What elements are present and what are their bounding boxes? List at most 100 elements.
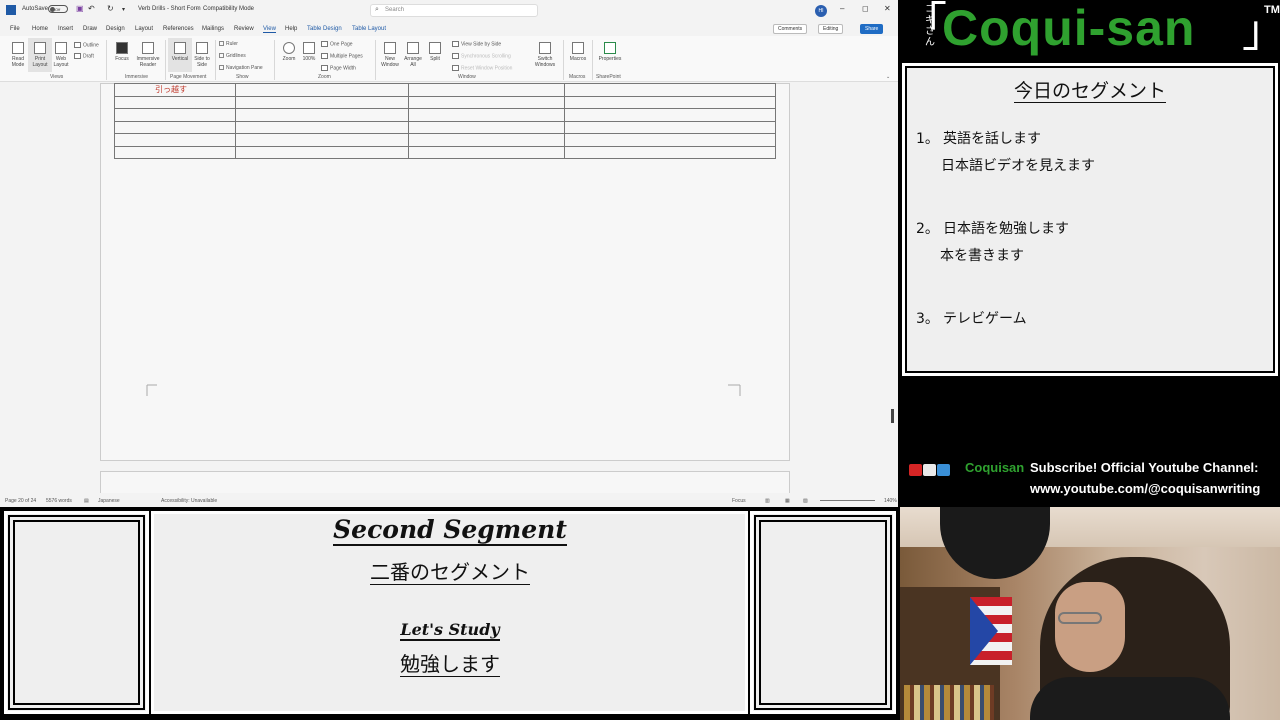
tab-view[interactable]: View xyxy=(263,26,276,33)
immersive-reader-button[interactable]: Immersive Reader xyxy=(134,38,162,68)
focus-mode-button[interactable]: Focus xyxy=(732,498,746,504)
table-cell[interactable] xyxy=(114,108,236,122)
minimize-icon[interactable]: – xyxy=(840,4,844,13)
customize-icon[interactable]: ▾ xyxy=(122,6,125,13)
zoom-slider[interactable] xyxy=(820,500,875,501)
page-count[interactable]: Page 20 of 24 xyxy=(5,498,36,504)
segment-title-text: 今日のセグメント xyxy=(1013,80,1166,103)
new-window-button[interactable]: New Window xyxy=(378,38,402,68)
proofing-icon[interactable]: ▤ xyxy=(84,498,89,504)
search-input[interactable]: ⌕ Search xyxy=(370,4,538,17)
ruler-check-icon xyxy=(219,41,224,47)
zoom-level[interactable]: 140% xyxy=(884,498,897,504)
properties-icon xyxy=(604,42,616,54)
share-button[interactable]: Share xyxy=(860,24,884,34)
read-mode-button[interactable]: Read Mode xyxy=(6,38,30,68)
table-cell[interactable] xyxy=(564,133,776,147)
properties-button[interactable]: Properties xyxy=(596,38,624,62)
tab-mailings[interactable]: Mailings xyxy=(202,26,224,32)
table-cell[interactable]: 引っ越す xyxy=(114,83,236,97)
tab-draw[interactable]: Draw xyxy=(83,26,97,32)
draft-button[interactable]: Draft xyxy=(74,53,94,59)
table-cell[interactable] xyxy=(564,145,776,159)
comments-button[interactable]: Comments xyxy=(773,24,808,34)
tab-table-layout[interactable]: Table Layout xyxy=(352,26,386,32)
undo-icon[interactable]: ↶ xyxy=(88,4,95,13)
table-cell[interactable] xyxy=(114,95,236,109)
word-count[interactable]: 5576 words xyxy=(46,498,72,504)
table-cell[interactable] xyxy=(234,145,409,159)
editing-button[interactable]: Editing xyxy=(818,24,844,34)
one-page-button[interactable]: One Page xyxy=(321,41,353,47)
switch-windows-button[interactable]: Switch Windows xyxy=(530,38,560,68)
table-cell[interactable] xyxy=(407,95,566,109)
split-icon xyxy=(429,42,441,54)
table-cell[interactable] xyxy=(114,145,236,159)
page-corner-mark xyxy=(728,384,741,396)
ruler-label: Ruler xyxy=(226,41,238,47)
table-cell[interactable] xyxy=(407,83,566,97)
vertical-button[interactable]: Vertical xyxy=(168,38,192,72)
language[interactable]: Japanese xyxy=(98,498,120,504)
table-cell[interactable] xyxy=(234,120,409,134)
vertical-scrollbar[interactable] xyxy=(891,83,896,493)
outline-button[interactable]: Outline xyxy=(74,42,99,48)
table-cell[interactable] xyxy=(407,120,566,134)
synchronous-scrolling-icon xyxy=(452,53,459,59)
redo-icon[interactable]: ↻ xyxy=(107,4,114,13)
table-cell[interactable] xyxy=(564,120,776,134)
accessibility-status[interactable]: Accessibility: Unavailable xyxy=(161,498,217,504)
tab-references[interactable]: References xyxy=(163,26,194,32)
table-cell[interactable] xyxy=(114,133,236,147)
scroll-thumb[interactable] xyxy=(891,409,894,423)
table-cell[interactable] xyxy=(564,108,776,122)
table-cell[interactable] xyxy=(407,145,566,159)
table-cell[interactable] xyxy=(564,83,776,97)
table-cell[interactable] xyxy=(234,108,409,122)
restore-icon[interactable]: ◻ xyxy=(862,4,869,13)
table-cell[interactable] xyxy=(114,120,236,134)
one-page-icon xyxy=(321,41,328,47)
reset-window-position-button[interactable]: Reset Window Position xyxy=(452,65,512,71)
arrange-all-button[interactable]: Arrange All xyxy=(401,38,425,68)
split-button[interactable]: Split xyxy=(423,38,447,62)
tab-help[interactable]: Help xyxy=(285,26,297,32)
navigation-pane-checkbox[interactable]: Navigation Pane xyxy=(219,65,263,71)
table-cell[interactable] xyxy=(234,95,409,109)
tab-insert[interactable]: Insert xyxy=(58,26,73,32)
ruler-checkbox[interactable]: Ruler xyxy=(219,41,238,47)
table-cell[interactable] xyxy=(407,108,566,122)
tab-design[interactable]: Design xyxy=(106,26,125,32)
table-cell[interactable] xyxy=(234,83,409,97)
tab-table-design[interactable]: Table Design xyxy=(307,26,342,32)
save-icon[interactable]: ▣ xyxy=(76,4,84,13)
table-cell[interactable] xyxy=(407,133,566,147)
tab-layout[interactable]: Layout xyxy=(135,26,153,32)
channel-name: Coquisan xyxy=(965,460,1025,475)
table-cell[interactable] xyxy=(564,95,776,109)
brand-logo: Coqui-san xyxy=(942,0,1196,56)
tab-home[interactable]: Home xyxy=(32,26,48,32)
gridlines-checkbox[interactable]: Gridlines xyxy=(219,53,246,59)
zoom-100-button[interactable]: 100% xyxy=(297,38,321,62)
avatar[interactable]: HI xyxy=(815,5,827,17)
print-layout-icon[interactable]: ▦ xyxy=(785,498,790,504)
synchronous-scrolling-button[interactable]: Synchronous Scrolling xyxy=(452,53,511,59)
close-icon[interactable]: ✕ xyxy=(884,4,891,13)
channel-url: www.youtube.com/@coquisanwriting xyxy=(1030,481,1261,496)
macros-button[interactable]: Macros xyxy=(566,38,590,62)
focus-button[interactable]: Focus xyxy=(110,38,134,62)
table-cell[interactable] xyxy=(234,133,409,147)
tab-file[interactable]: File xyxy=(10,26,20,32)
read-mode-icon[interactable]: ▥ xyxy=(765,498,770,504)
tab-review[interactable]: Review xyxy=(234,26,254,32)
side-to-side-button[interactable]: Side to Side xyxy=(190,38,214,68)
search-placeholder: Search xyxy=(385,7,405,13)
collapse-ribbon-icon[interactable]: ⌄ xyxy=(886,74,890,80)
page-width-button[interactable]: Page Width xyxy=(321,65,356,71)
web-layout-button[interactable]: Web Layout xyxy=(49,38,73,68)
multiple-pages-button[interactable]: Multiple Pages xyxy=(321,53,363,59)
view-side-by-side-button[interactable]: View Side by Side xyxy=(452,41,501,47)
web-layout-icon[interactable]: ▧ xyxy=(803,498,808,504)
face xyxy=(1055,582,1125,672)
